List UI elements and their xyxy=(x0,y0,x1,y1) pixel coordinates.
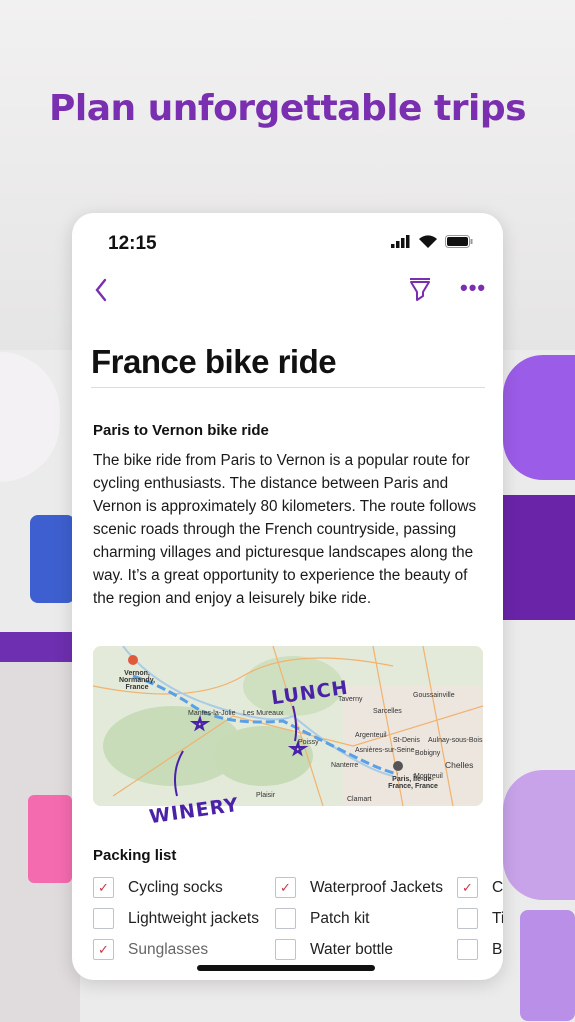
signal-icon xyxy=(391,235,410,248)
map-label: Poissy xyxy=(298,739,319,746)
checklist-item[interactable]: Bi xyxy=(457,939,503,960)
divider xyxy=(91,387,485,388)
checklist-item-label: Ti xyxy=(492,909,503,927)
checkbox[interactable]: ✓ xyxy=(275,877,296,898)
checklist-item[interactable]: Ti xyxy=(457,908,503,929)
map-label: Sarcelles xyxy=(373,708,402,715)
page-title[interactable]: France bike ride xyxy=(91,343,337,381)
map-label: Argenteuil xyxy=(355,732,387,739)
checkbox[interactable]: ✓ xyxy=(93,877,114,898)
back-button[interactable] xyxy=(94,277,108,309)
more-button[interactable]: ••• xyxy=(460,275,486,301)
checklist-item[interactable]: Patch kit xyxy=(275,908,369,929)
decor-pink xyxy=(28,795,72,883)
checkbox[interactable] xyxy=(275,939,296,960)
decor-violet xyxy=(520,910,575,1021)
map-label-chelles: Chelles xyxy=(445,760,474,770)
more-horizontal-icon: ••• xyxy=(460,275,487,300)
battery-icon xyxy=(445,235,473,248)
map-label: Aulnay-sous-Bois xyxy=(428,737,483,744)
checklist-item[interactable]: ✓ Cy xyxy=(457,877,503,898)
map-label-vernon: Vernon, Normandy, France xyxy=(118,670,156,691)
checklist-item-label: Lightweight jackets xyxy=(128,909,259,927)
map-label: St-Denis xyxy=(393,737,420,744)
checklist-item[interactable]: ✓ Cycling socks xyxy=(93,877,223,898)
status-time: 12:15 xyxy=(108,233,157,254)
decor-lilac xyxy=(503,770,575,900)
headline: Plan unforgettable trips xyxy=(48,88,527,129)
description-paragraph[interactable]: The bike ride from Paris to Vernon is a … xyxy=(93,449,488,610)
checklist-item[interactable]: ✓ Waterproof Jackets xyxy=(275,877,443,898)
decor-purple-block xyxy=(503,495,575,620)
wifi-icon xyxy=(419,235,437,248)
decor-blue xyxy=(30,515,75,603)
checkbox[interactable] xyxy=(457,908,478,929)
home-indicator[interactable] xyxy=(197,965,375,971)
checklist-item-label: Patch kit xyxy=(310,909,370,927)
packing-list-heading[interactable]: Packing list xyxy=(93,847,176,864)
map-label: Clamart xyxy=(347,796,372,803)
checklist-item-label: Sunglasses xyxy=(128,940,209,958)
map-label: Montreuil xyxy=(414,773,443,780)
decor-purple-left xyxy=(0,632,80,662)
map-label: Bobigny xyxy=(415,750,441,757)
checklist-item[interactable]: ✓ Sunglasses xyxy=(93,939,208,960)
map-label: Plaisir xyxy=(256,792,276,799)
checkbox[interactable]: ✓ xyxy=(457,877,478,898)
checkbox[interactable] xyxy=(93,908,114,929)
checklist-item-label: Cycling socks xyxy=(128,878,223,896)
phone-screen: 12:15 ••• France bike ride Paris to Vern… xyxy=(72,213,503,980)
checklist-item[interactable]: Lightweight jackets xyxy=(93,908,259,929)
checkbox[interactable]: ✓ xyxy=(93,939,114,960)
checklist-item[interactable]: Water bottle xyxy=(275,939,393,960)
map-label: Goussainville xyxy=(413,692,455,699)
checklist-item-label: Waterproof Jackets xyxy=(310,878,443,896)
highlighter-icon xyxy=(410,278,430,301)
checklist-item-label: Cy xyxy=(492,878,503,896)
section-heading[interactable]: Paris to Vernon bike ride xyxy=(93,422,269,439)
map-label: Nanterre xyxy=(331,762,359,769)
checkbox[interactable] xyxy=(275,908,296,929)
map-label: Les Mureaux xyxy=(243,710,284,717)
pen-button[interactable] xyxy=(408,277,432,308)
decor-circle xyxy=(0,352,60,482)
route-map[interactable]: Vernon, Normandy, France Paris, Île-de-F… xyxy=(93,646,483,806)
decor-purple-pill xyxy=(503,355,575,480)
chevron-left-icon xyxy=(95,278,107,302)
checkbox[interactable] xyxy=(457,939,478,960)
map-label: Asnières-sur-Seine xyxy=(355,747,415,754)
map-label: Mantes-la-Jolie xyxy=(188,710,236,717)
checklist-item-label: Water bottle xyxy=(310,940,393,958)
status-icons xyxy=(391,235,473,248)
checklist-item-label: Bi xyxy=(492,940,503,958)
